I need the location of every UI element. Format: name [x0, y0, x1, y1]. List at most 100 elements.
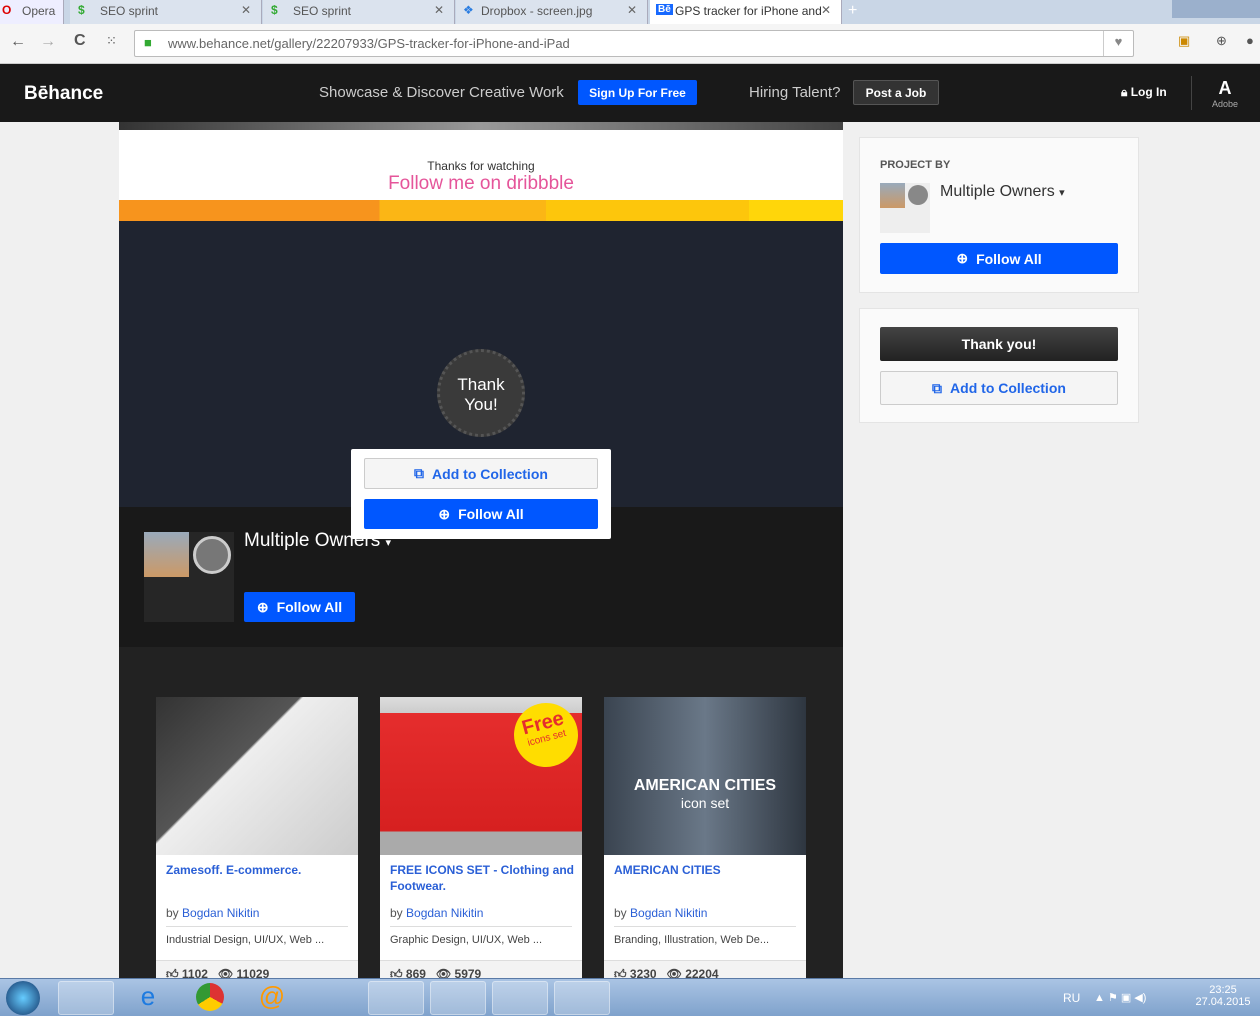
close-tab-icon[interactable]: ✕ [627, 3, 637, 17]
new-tab-button[interactable]: + [848, 2, 857, 20]
taskbar-chrome-icon[interactable] [182, 981, 238, 1015]
project-thumbnail[interactable] [156, 697, 358, 855]
tagline: Showcase & Discover Creative Work [319, 84, 564, 101]
plus-circle-icon: ⊕ [256, 598, 269, 615]
taskbar-app-icon[interactable] [306, 981, 362, 1015]
collection-icon: ⧉ [932, 379, 943, 396]
opera-icon: O [2, 3, 12, 17]
opera-menu-button[interactable]: O Opera [0, 0, 64, 24]
address-toolbar: ← → C ⁙ ■ www.behance.net/gallery/2220793… [0, 24, 1260, 64]
hiring-label: Hiring Talent? [749, 84, 841, 101]
free-badge: Free icons set [506, 695, 586, 775]
thanks-text: Thanks for watching [427, 159, 535, 173]
download-icon[interactable]: ⊕ [1216, 33, 1227, 49]
taskbar-explorer-icon[interactable] [430, 981, 486, 1015]
follow-all-button[interactable]: ⊕ Follow All [244, 592, 355, 622]
avatar [880, 183, 905, 208]
follow-all-button[interactable]: ⊕ Follow All [880, 243, 1118, 274]
post-job-button[interactable]: Post a Job [853, 80, 939, 105]
divider [614, 926, 796, 927]
follow-all-button[interactable]: ⊕ Follow All [364, 499, 598, 529]
taskbar-opera-icon[interactable] [58, 981, 114, 1015]
card-title[interactable]: FREE ICONS SET - Clothing and Footwear. [390, 862, 575, 894]
login-link[interactable]: 🔒︎ Log In [1121, 85, 1167, 100]
color-stripe [119, 200, 843, 221]
behance-header: Bēhance Showcase & Discover Creative Wor… [0, 64, 1260, 122]
adobe-icon: A [1218, 78, 1232, 98]
behance-icon: Bē [656, 4, 673, 15]
project-card[interactable]: Zamesoff. E-commerce. by Bogdan Nikitin … [156, 697, 358, 990]
heart-icon[interactable]: ♥ [1103, 31, 1133, 56]
taskbar-media-icon[interactable] [368, 981, 424, 1015]
project-card[interactable]: Free icons set FREE ICONS SET - Clothing … [380, 695, 586, 990]
thank-you-badge[interactable]: Thank You! [437, 349, 525, 437]
reload-icon[interactable]: C [74, 32, 86, 50]
seo-sprint-icon: $ [271, 3, 278, 17]
project-thanks-section: Thanks for watching Follow me on dribbbl… [119, 130, 843, 200]
close-tab-icon[interactable]: ✕ [820, 3, 831, 17]
card-tags: Graphic Design, UI/UX, Web ... [390, 934, 543, 946]
divider [1191, 76, 1192, 110]
actions-panel: Thank you! ⧉ Add to Collection [859, 308, 1139, 423]
project-card[interactable]: AMERICAN CITIES icon set AMERICAN CITIES … [604, 697, 806, 990]
dropbox-icon: ❖ [463, 3, 474, 17]
lock-icon: 🔒︎ [1121, 85, 1131, 99]
add-to-collection-button[interactable]: ⧉ Add to Collection [880, 371, 1118, 405]
close-tab-icon[interactable]: ✕ [434, 3, 444, 17]
project-thumbnail[interactable]: AMERICAN CITIES icon set [604, 697, 806, 855]
taskbar-ie-icon[interactable]: e [120, 981, 176, 1015]
extension-icon[interactable]: ▣ [1178, 33, 1190, 49]
taskbar-mail-icon[interactable]: @ [244, 981, 300, 1015]
adobe-link[interactable]: A Adobe [1210, 78, 1240, 109]
tray-icons[interactable]: ▲ ⚑ ▣ ◀) [1094, 991, 1146, 1004]
divider [166, 926, 348, 927]
plus-circle-icon: ⊕ [438, 505, 451, 522]
tab-seo-sprint-2[interactable]: $ SEO sprint ✕ [263, 0, 455, 24]
card-title[interactable]: Zamesoff. E-commerce. [166, 862, 351, 878]
browser-tab-bar: O Opera $ SEO sprint ✕ $ SEO sprint ✕ ❖ Dropbo… [0, 0, 1260, 24]
taskbar-notepad-icon[interactable] [492, 981, 548, 1015]
tab-behance[interactable]: Bē GPS tracker for iPhone and ✕ [650, 0, 842, 24]
collection-icon: ⧉ [414, 465, 425, 481]
appreciate-popup: ⧉ Add to Collection ⊕ Follow All [351, 449, 611, 539]
start-button[interactable] [6, 981, 40, 1015]
project-thumbnail[interactable]: Free icons set [380, 695, 586, 855]
account-icon[interactable]: ● [1246, 33, 1254, 48]
back-icon[interactable]: ← [10, 33, 26, 51]
thank-you-button[interactable]: Thank you! [880, 327, 1118, 361]
project-by-label: PROJECT BY [880, 159, 951, 171]
windows-taskbar: e @ RU ▲ ⚑ ▣ ◀) 23:25 27.04.2015 [0, 978, 1260, 1016]
card-author: by Bogdan Nikitin [614, 906, 708, 920]
clock[interactable]: 23:25 27.04.2015 [1190, 984, 1256, 1008]
avatar [193, 536, 231, 574]
lock-icon: ■ [144, 35, 152, 50]
card-tags: Industrial Design, UI/UX, Web ... [166, 934, 325, 946]
seo-sprint-icon: $ [78, 3, 85, 17]
card-author: by Bogdan Nikitin [166, 906, 260, 920]
card-author: by Bogdan Nikitin [390, 906, 484, 920]
owner-avatars[interactable] [144, 532, 234, 622]
speed-dial-icon[interactable]: ⁙ [106, 33, 117, 49]
owners-dropdown[interactable]: Multiple Owners ▾ [940, 183, 1065, 201]
project-by-panel: PROJECT BY Multiple Owners ▾ ⊕ Follow All [859, 137, 1139, 293]
add-to-collection-button[interactable]: ⧉ Add to Collection [364, 458, 598, 489]
avatar [144, 532, 189, 577]
tab-dropbox[interactable]: ❖ Dropbox - screen.jpg ✕ [456, 0, 648, 24]
plus-circle-icon: ⊕ [956, 250, 969, 266]
language-indicator[interactable]: RU [1063, 991, 1080, 1005]
url-input[interactable]: ■ www.behance.net/gallery/22207933/GPS-tr… [134, 30, 1134, 57]
window-controls[interactable] [1172, 0, 1260, 18]
dribbble-link[interactable]: Follow me on dribbble [119, 173, 843, 195]
card-title[interactable]: AMERICAN CITIES [614, 862, 799, 878]
avatar [908, 185, 928, 205]
caret-down-icon: ▾ [1059, 187, 1065, 199]
behance-logo[interactable]: Bēhance [24, 83, 103, 105]
owner-avatars[interactable] [880, 183, 930, 233]
taskbar-camera-icon[interactable] [554, 981, 610, 1015]
forward-icon[interactable]: → [40, 33, 56, 51]
sign-up-button[interactable]: Sign Up For Free [578, 80, 697, 105]
card-tags: Branding, Illustration, Web De... [614, 934, 770, 946]
project-image-top [119, 122, 843, 130]
tab-seo-sprint[interactable]: $ SEO sprint ✕ [70, 0, 262, 24]
close-tab-icon[interactable]: ✕ [241, 3, 251, 17]
